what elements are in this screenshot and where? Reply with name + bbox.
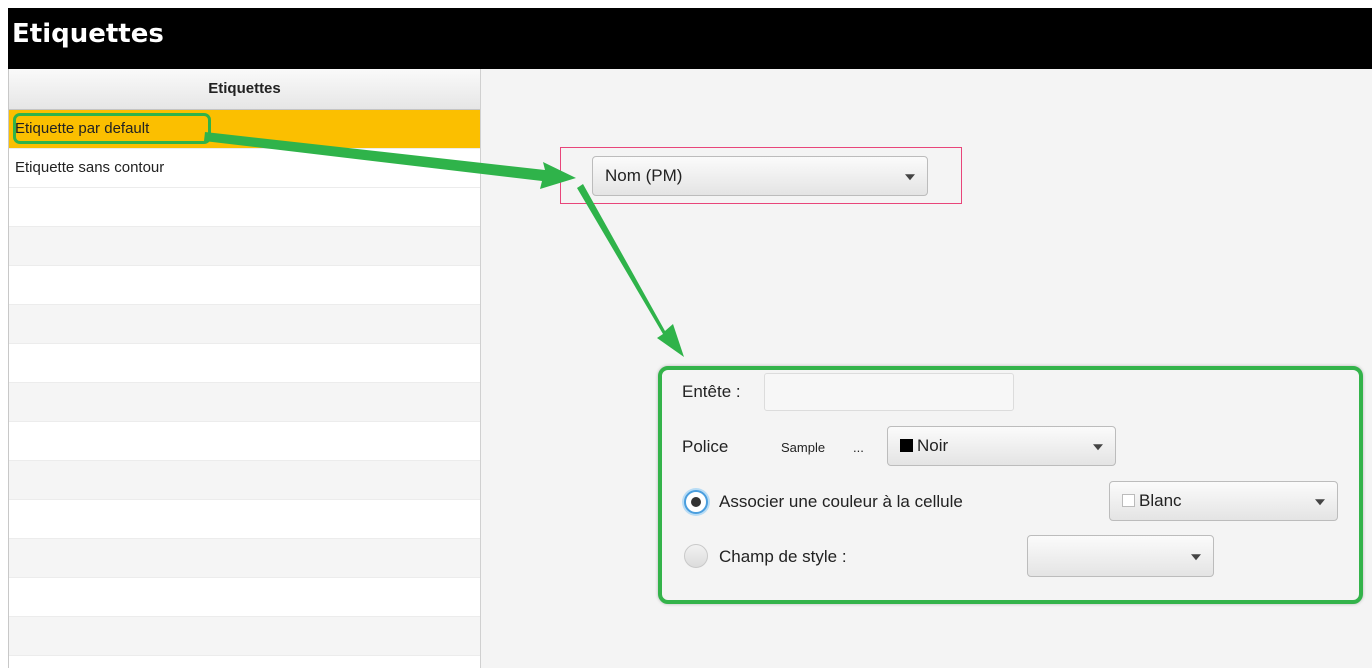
chevron-down-icon [905,174,915,181]
font-color-value: Noir [917,436,949,455]
annotation-highlight-box [13,113,211,144]
style-field-radio[interactable] [684,544,708,568]
list-item[interactable] [9,188,480,227]
header-label: Entête : [682,382,741,401]
list-item[interactable] [9,656,480,668]
list-column-header[interactable]: Etiquettes [9,69,480,110]
chevron-down-icon [1315,499,1325,506]
chevron-down-icon [1191,554,1201,561]
label-list-panel: Etiquettes Etiquette par default Etiquet… [8,69,481,668]
list-item[interactable] [9,422,480,461]
window-title: Etiquettes [12,19,164,49]
title-bar: Etiquettes [8,8,1372,69]
list-item[interactable] [9,578,480,617]
associate-color-label: Associer une couleur à la cellule [719,492,963,511]
associate-color-radio[interactable] [684,490,708,514]
list-item[interactable] [9,500,480,539]
color-swatch-icon [1122,494,1135,507]
list-item[interactable] [9,227,480,266]
cell-color-value: Blanc [1139,491,1182,510]
font-color-select[interactable]: Noir [887,426,1116,466]
list-item[interactable] [9,461,480,500]
list-item-etiquette-sans-contour[interactable]: Etiquette sans contour [9,149,480,188]
cell-color-select[interactable]: Blanc [1109,481,1338,521]
font-color-value-wrap: Noir [900,436,948,456]
police-label: Police [682,437,729,456]
list-item[interactable] [9,617,480,656]
cell-color-value-wrap: Blanc [1122,491,1182,511]
field-combo-box[interactable]: Nom (PM) [592,156,928,196]
list-item-etiquette-par-default[interactable]: Etiquette par default [9,110,480,149]
style-field-select[interactable] [1027,535,1214,577]
font-sample-text: Sample [781,440,826,455]
color-swatch-icon [900,439,913,452]
list-item[interactable] [9,266,480,305]
chevron-down-icon [1093,444,1103,451]
field-combo-value: Nom (PM) [605,166,683,185]
list-item[interactable] [9,539,480,578]
font-chooser-button[interactable]: ... [853,440,864,455]
list-item[interactable] [9,305,480,344]
list-item-label: Etiquette sans contour [15,159,165,176]
radio-dot-icon [691,497,701,507]
list-item[interactable] [9,344,480,383]
header-input[interactable] [764,373,1014,411]
style-field-label: Champ de style : [719,547,847,566]
list-item[interactable] [9,383,480,422]
